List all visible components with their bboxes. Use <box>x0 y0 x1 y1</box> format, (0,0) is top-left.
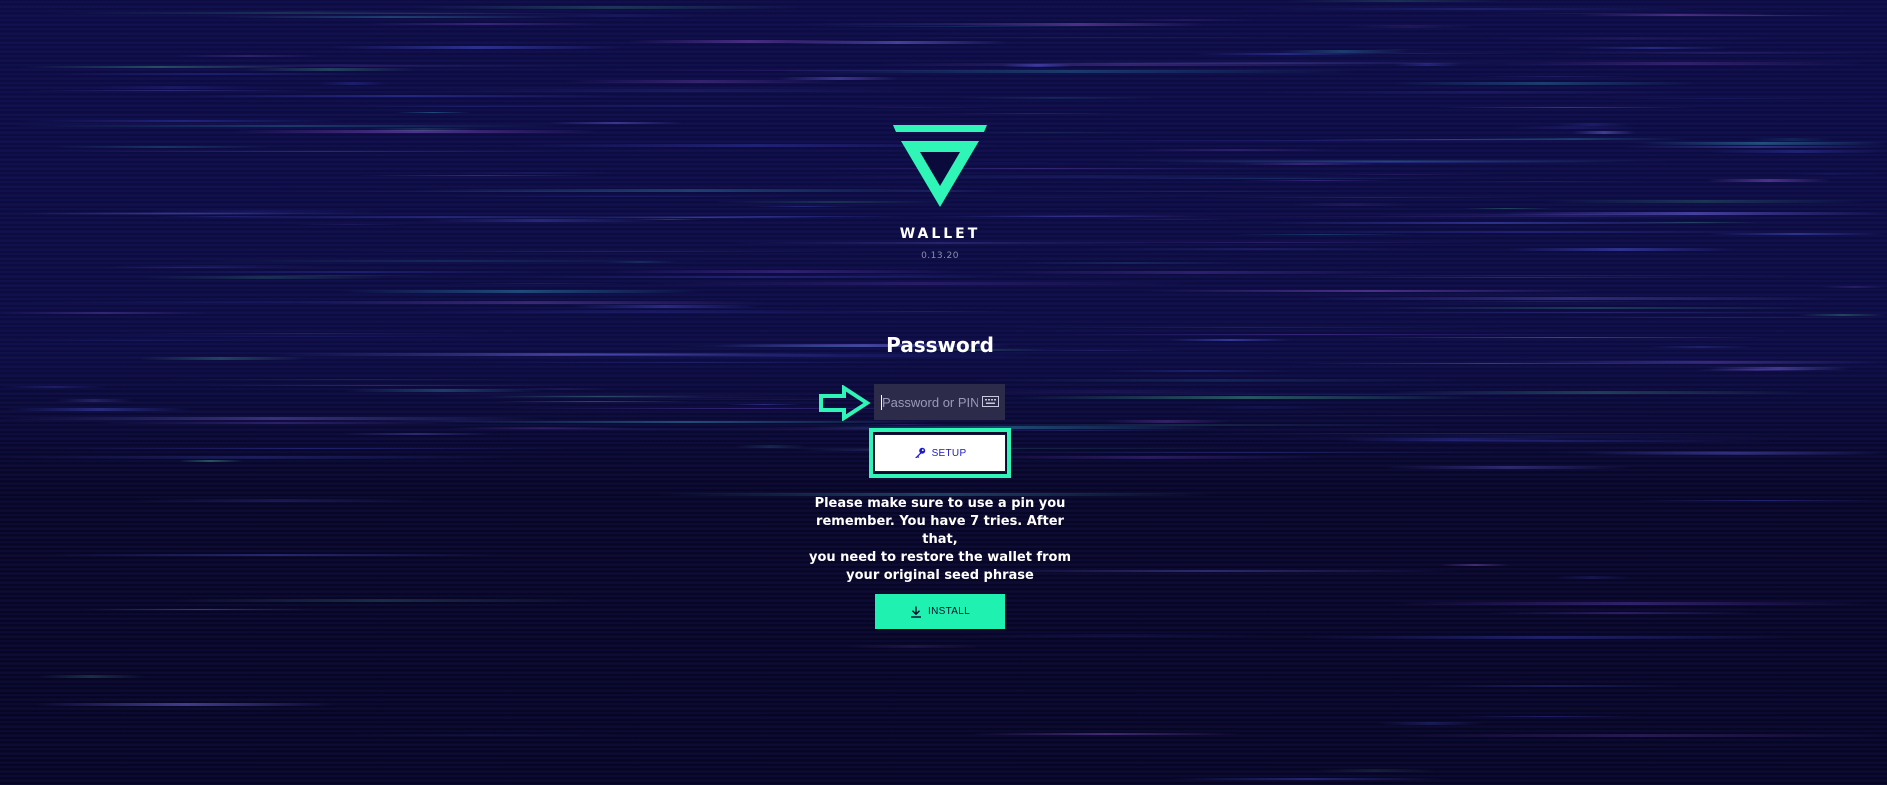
app-title: WALLET <box>899 226 981 242</box>
logo-icon <box>893 125 987 207</box>
login-panel: WALLET 0.13.20 Password SETUP Please mak… <box>0 0 1887 785</box>
pin-warning-line: remember. You have 7 tries. After that, <box>816 514 1064 547</box>
pin-warning-line: you need to restore the wallet from <box>808 550 1072 565</box>
setup-button[interactable]: SETUP <box>874 434 1006 472</box>
download-icon <box>911 606 922 618</box>
pin-warning-line: Please make sure to use a pin you <box>814 496 1066 511</box>
app-background: WALLET 0.13.20 Password SETUP Please mak… <box>0 0 1887 785</box>
arrow-right-outline-icon <box>819 385 871 421</box>
page-title: Password <box>886 333 994 357</box>
setup-button-label: SETUP <box>931 447 967 459</box>
password-input[interactable] <box>881 394 978 410</box>
install-button-label: INSTALL <box>928 606 970 617</box>
pin-warning-line: your original seed phrase <box>846 568 1034 583</box>
install-button[interactable]: INSTALL <box>875 594 1005 629</box>
password-field[interactable] <box>874 384 1005 420</box>
pin-warning-text: Please make sure to use a pin you rememb… <box>808 495 1072 585</box>
keyboard-icon[interactable] <box>982 396 999 408</box>
app-version: 0.13.20 <box>921 251 959 261</box>
key-icon <box>914 447 925 458</box>
